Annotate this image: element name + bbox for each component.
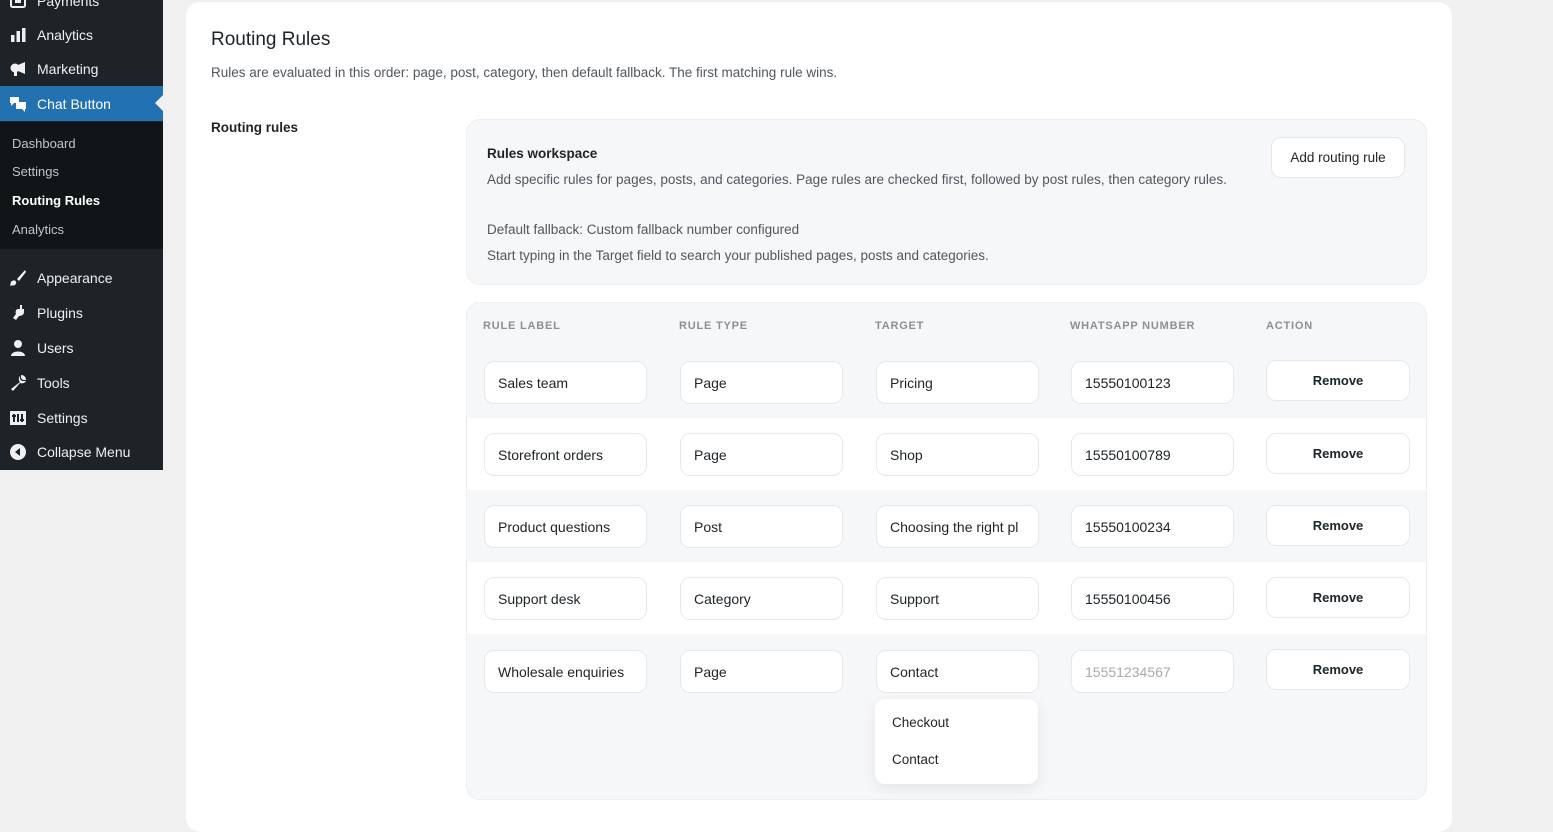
whatsapp-number-input[interactable]: 15551234567 xyxy=(1071,650,1234,693)
collapse-icon xyxy=(8,442,28,462)
sidebar-item-settings[interactable]: Settings xyxy=(0,400,163,435)
remove-rule-button[interactable]: Remove xyxy=(1266,577,1410,618)
sidebar-item-collapse-menu[interactable]: Collapse Menu xyxy=(0,434,163,469)
rule-type-select[interactable]: Page xyxy=(680,361,843,404)
add-routing-rule-button[interactable]: Add routing rule xyxy=(1271,137,1405,178)
rule-label-input[interactable]: Wholesale enquiries xyxy=(484,650,647,693)
workspace-hint-text: Start typing in the Target field to sear… xyxy=(487,248,989,263)
page-description: Rules are evaluated in this order: page,… xyxy=(211,65,838,80)
sidebar-item-label: Plugins xyxy=(37,304,83,321)
workspace-description: Add specific rules for pages, posts, and… xyxy=(487,172,1227,187)
column-header-target: TARGET xyxy=(875,320,925,332)
target-input[interactable]: Contact xyxy=(876,650,1039,693)
chat-button-submenu: Dashboard Settings Routing Rules Analyti… xyxy=(0,122,163,249)
target-input[interactable]: Choosing the right pl xyxy=(876,505,1039,548)
user-icon xyxy=(8,338,28,358)
sidebar-item-label: Payments xyxy=(37,0,100,9)
current-menu-arrow xyxy=(155,95,163,111)
chat-bubbles-icon xyxy=(8,94,28,114)
rule-type-select[interactable]: Category xyxy=(680,577,843,620)
sidebar-item-appearance[interactable]: Appearance xyxy=(0,260,163,295)
column-header-rule-label: RULE LABEL xyxy=(483,320,561,332)
target-input[interactable]: Pricing xyxy=(876,361,1039,404)
sidebar-item-chat-button[interactable]: Chat Button xyxy=(0,86,163,121)
sidebar-item-label: Users xyxy=(37,339,74,356)
submenu-item-settings[interactable]: Settings xyxy=(12,164,59,179)
rule-label-input[interactable]: Sales team xyxy=(484,361,647,404)
workspace-title: Rules workspace xyxy=(487,146,598,161)
sidebar-item-label: Chat Button xyxy=(37,95,111,112)
rule-type-select[interactable]: Post xyxy=(680,505,843,548)
column-header-rule-type: RULE TYPE xyxy=(679,320,748,332)
whatsapp-number-input[interactable]: 15550100456 xyxy=(1071,577,1234,620)
suggestion-option[interactable]: Checkout xyxy=(892,715,949,730)
sidebar-item-label: Appearance xyxy=(37,269,113,286)
page-title: Routing Rules xyxy=(211,29,331,50)
whatsapp-number-input[interactable]: 15550100123 xyxy=(1071,361,1234,404)
sidebar-item-label: Collapse Menu xyxy=(37,443,131,460)
sidebar-item-plugins[interactable]: Plugins xyxy=(0,295,163,330)
bar-chart-icon xyxy=(8,25,28,45)
whatsapp-number-input[interactable]: 15550100234 xyxy=(1071,505,1234,548)
sidebar-item-label: Settings xyxy=(37,409,88,426)
suggestion-option[interactable]: Contact xyxy=(892,752,939,767)
remove-rule-button[interactable]: Remove xyxy=(1266,505,1410,546)
rule-type-select[interactable]: Page xyxy=(680,433,843,476)
sidebar-item-users[interactable]: Users xyxy=(0,330,163,365)
sidebar-item-tools[interactable]: Tools xyxy=(0,365,163,400)
sidebar-item-marketing[interactable]: Marketing xyxy=(0,51,163,86)
whatsapp-number-input[interactable]: 15550100789 xyxy=(1071,433,1234,476)
submenu-item-routing-rules[interactable]: Routing Rules xyxy=(12,193,100,208)
plug-icon xyxy=(8,303,28,323)
column-header-whatsapp-number: WHATSAPP NUMBER xyxy=(1070,320,1196,332)
column-header-action: ACTION xyxy=(1266,320,1313,332)
sidebar-item-label: Analytics xyxy=(37,26,94,43)
submenu-item-analytics[interactable]: Analytics xyxy=(12,222,64,237)
workspace-fallback-text: Default fallback: Custom fallback number… xyxy=(487,222,800,237)
target-input[interactable]: Support xyxy=(876,577,1039,620)
target-input[interactable]: Shop xyxy=(876,433,1039,476)
rule-label-input[interactable]: Product questions xyxy=(484,505,647,548)
megaphone-icon xyxy=(8,59,28,79)
wrench-icon xyxy=(8,373,28,393)
admin-sidebar: Payments Analytics Marketing Chat Button… xyxy=(0,0,163,470)
sidebar-item-label: Marketing xyxy=(37,60,99,77)
target-suggestions-dropdown xyxy=(875,699,1038,784)
sidebar-item-label: Tools xyxy=(37,374,70,391)
rule-label-input[interactable]: Storefront orders xyxy=(484,433,647,476)
sidebar-item-analytics[interactable]: Analytics xyxy=(0,17,163,52)
section-label: Routing rules xyxy=(211,120,298,135)
remove-rule-button[interactable]: Remove xyxy=(1266,433,1410,474)
rule-type-select[interactable]: Page xyxy=(680,650,843,693)
sidebar-item-payments[interactable]: Payments xyxy=(0,0,163,18)
paintbrush-icon xyxy=(8,268,28,288)
submenu-item-dashboard[interactable]: Dashboard xyxy=(12,136,76,151)
payments-icon xyxy=(8,0,28,11)
rule-label-input[interactable]: Support desk xyxy=(484,577,647,620)
settings-sliders-icon xyxy=(8,408,28,428)
remove-rule-button[interactable]: Remove xyxy=(1266,360,1410,401)
remove-rule-button[interactable]: Remove xyxy=(1266,649,1410,690)
